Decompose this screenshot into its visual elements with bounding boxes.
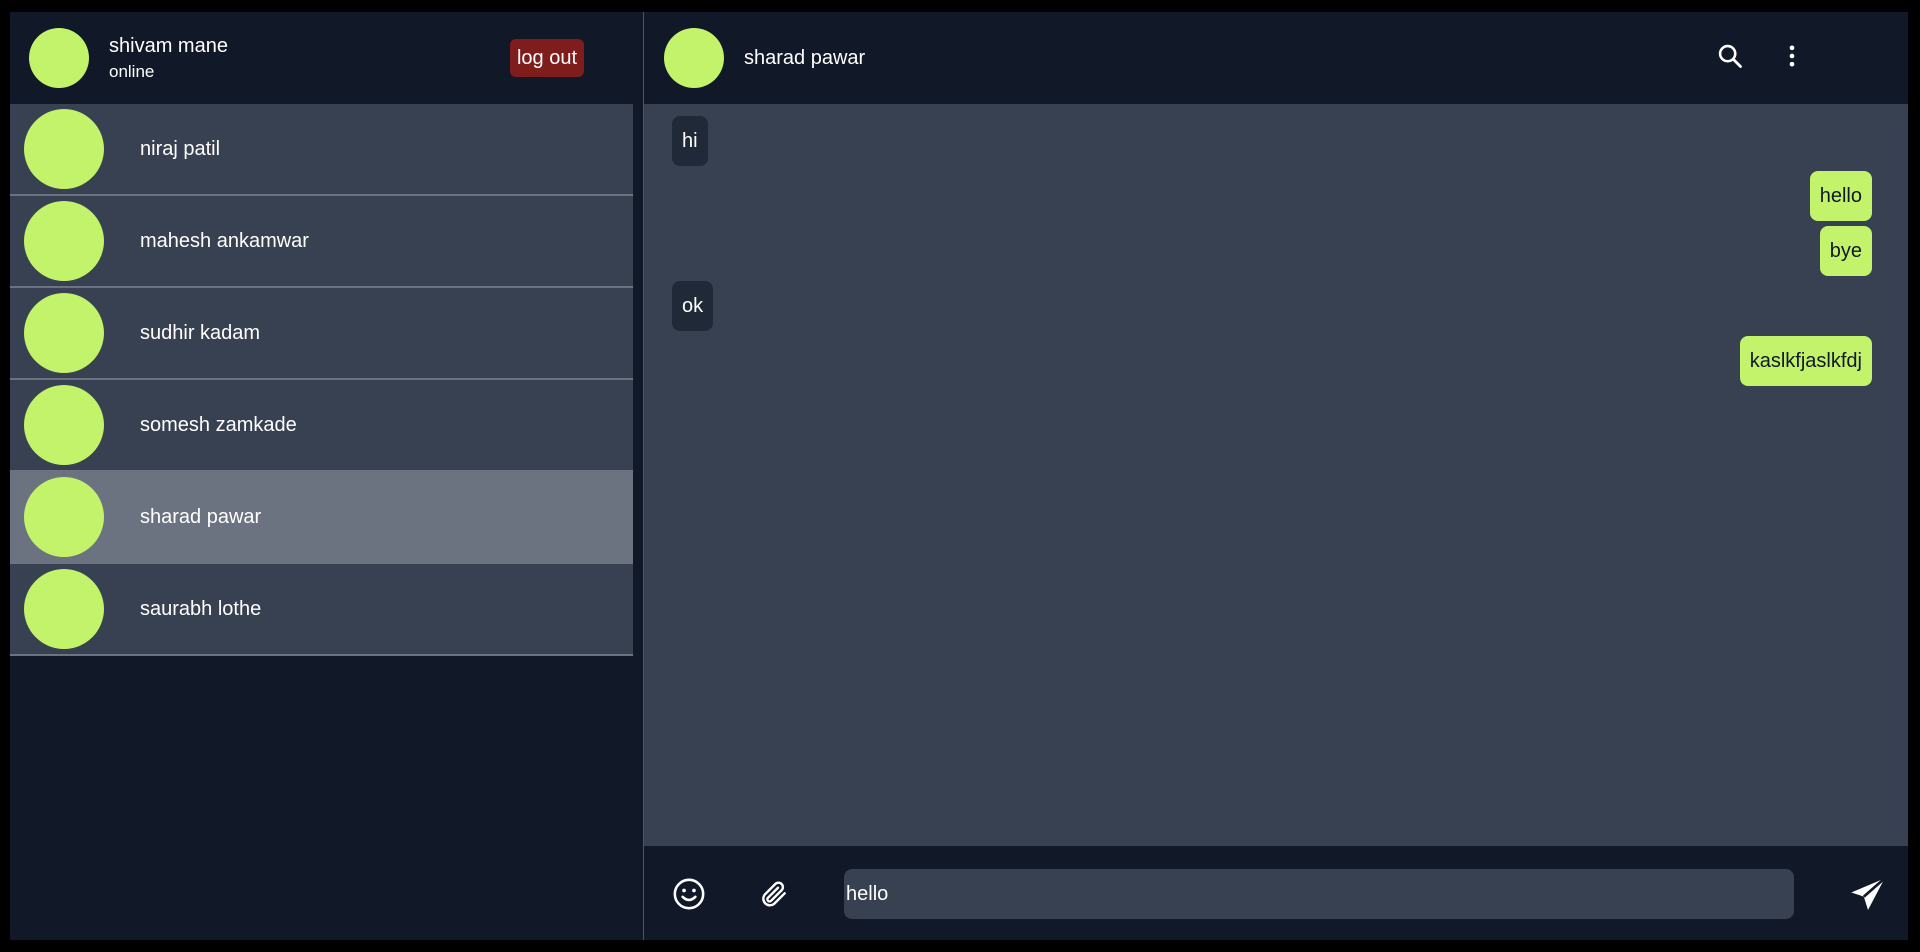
current-user-status: online	[109, 62, 155, 81]
avatar	[24, 569, 104, 649]
contact-name: niraj patil	[140, 137, 221, 160]
contact-item[interactable]: sudhir kadam	[10, 288, 633, 380]
contact-list: niraj patil mahesh ankamwar sudhir kadam…	[10, 104, 633, 656]
message-bubble-outgoing: hello	[1809, 171, 1872, 221]
contact-name: sudhir kadam	[140, 321, 261, 344]
chat-app: shivam mane online log out niraj patil m…	[10, 12, 1908, 940]
paperclip-icon[interactable]	[758, 877, 790, 911]
chat-header: sharad pawar	[644, 12, 1908, 104]
message-input[interactable]	[844, 869, 1794, 919]
avatar	[24, 385, 104, 465]
chat-contact-name: sharad pawar	[744, 46, 866, 69]
avatar	[24, 109, 104, 189]
message-row: ok	[672, 281, 1872, 336]
message-bubble-outgoing: bye	[1819, 226, 1872, 276]
message-row: bye	[672, 226, 1872, 281]
avatar[interactable]	[29, 28, 89, 88]
avatar	[24, 201, 104, 281]
send-icon[interactable]	[1848, 875, 1888, 915]
message-list: hi hello bye ok kaslkfjaslkfdj	[644, 104, 1908, 846]
message-bubble-incoming: hi	[672, 116, 708, 166]
logout-button[interactable]: log out	[510, 39, 584, 77]
contact-item[interactable]: niraj patil	[10, 104, 633, 196]
chat-panel: sharad pawar hi hello bye ok kaslkfjaslk…	[644, 12, 1908, 940]
contact-name: saurabh lothe	[140, 597, 262, 620]
message-bubble-incoming: ok	[672, 281, 714, 331]
contact-item-active[interactable]: sharad pawar	[10, 472, 633, 564]
message-composer	[644, 846, 1908, 940]
search-icon[interactable]	[1716, 42, 1744, 70]
message-bubble-outgoing: kaslkfjaslkfdj	[1739, 336, 1872, 386]
contact-item[interactable]: mahesh ankamwar	[10, 196, 633, 288]
contact-item[interactable]: saurabh lothe	[10, 564, 633, 656]
current-user-header: shivam mane online log out	[10, 12, 633, 104]
contact-item[interactable]: somesh zamkade	[10, 380, 633, 472]
current-user-name: shivam mane	[109, 35, 228, 57]
sidebar: shivam mane online log out niraj patil m…	[10, 12, 643, 940]
avatar	[24, 477, 104, 557]
message-row: hi	[672, 116, 1872, 171]
current-user-info: shivam mane online	[109, 34, 228, 82]
contact-name: mahesh ankamwar	[140, 229, 309, 252]
more-vertical-icon[interactable]	[1778, 42, 1806, 70]
emoji-icon[interactable]	[672, 877, 706, 911]
message-row: hello	[672, 171, 1872, 226]
contact-name: somesh zamkade	[140, 413, 297, 436]
message-row: kaslkfjaslkfdj	[672, 336, 1872, 391]
avatar	[24, 293, 104, 373]
contact-name: sharad pawar	[140, 505, 262, 528]
avatar[interactable]	[664, 28, 724, 88]
